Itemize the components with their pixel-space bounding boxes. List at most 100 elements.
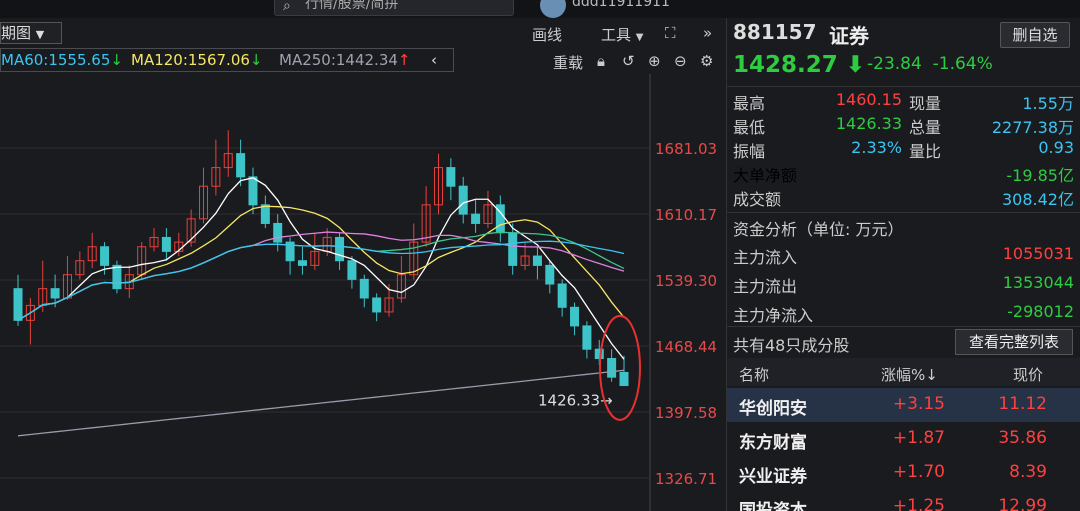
ma-value: MA250:1442.34: [279, 51, 398, 69]
candle-body: [112, 264, 122, 290]
username[interactable]: ddd11911911: [572, 0, 670, 10]
col-name[interactable]: 名称: [739, 364, 769, 385]
title-bar: ⌕ 行情/股票/简拼 ddd11911911: [0, 0, 1080, 18]
trend-arrow: ↓: [249, 51, 263, 69]
draw-line-button[interactable]: 画线: [532, 24, 562, 45]
table-row[interactable]: 国投资本 +1.25 12.99: [727, 490, 1080, 511]
stock-name-cell: 东方财富: [739, 433, 807, 453]
candle-body: [347, 260, 357, 280]
table-row[interactable]: 东方财富 +1.87 35.86: [727, 422, 1080, 456]
components-label: 共有48只成分股: [733, 336, 850, 355]
stat-label: 总量: [909, 118, 942, 137]
ma250-label: MA250:1442.34↑: [279, 49, 411, 71]
ma-legend: MA60:1555.65↓ MA120:1567.06↓ MA250:1442.…: [0, 48, 454, 72]
chevron-down-icon: ▼: [35, 28, 45, 41]
table-header: 名称 涨幅%↓ 现价: [727, 358, 1080, 386]
stock-code: 881157: [733, 20, 817, 44]
fund-label: 主力净流入: [733, 306, 814, 325]
fund-label: 主力流出: [733, 277, 798, 296]
fund-value: 1353044: [1002, 273, 1074, 292]
stat-label: 现量: [909, 94, 942, 113]
view-full-list-button[interactable]: 查看完整列表: [955, 329, 1073, 355]
price-cell: 12.99: [998, 496, 1047, 511]
stat-label: 最低: [733, 118, 766, 137]
change-pct: -1.64%: [932, 54, 993, 74]
y-tick-label: 1397.58: [655, 404, 717, 422]
stat-label: 量比: [909, 142, 942, 161]
search-input[interactable]: ⌕ 行情/股票/简拼: [274, 0, 514, 16]
turnover-label: 成交额: [733, 190, 782, 209]
gear-icon[interactable]: ⚙: [700, 52, 713, 70]
candle-body: [161, 236, 171, 252]
table-row[interactable]: 华创阳安 +3.15 11.12: [727, 388, 1080, 422]
big-net-value: -19.85亿: [1006, 166, 1074, 185]
tools-label: 工具: [601, 26, 632, 44]
expand-icon[interactable]: »: [703, 24, 712, 42]
pct-cell: +1.70: [892, 462, 945, 482]
y-tick-label: 1468.44: [655, 338, 717, 356]
candle-body: [607, 358, 617, 378]
ma-value: MA120:1567.06: [131, 51, 250, 69]
zoom-in-icon[interactable]: ⊕: [648, 52, 661, 70]
stock-name-cell: 国投资本: [739, 501, 807, 511]
quote-panel: 881157 证券 删自选 1428.27 ⬇ -23.84 -1.64% 最高…: [726, 18, 1080, 511]
candle-body: [100, 246, 110, 266]
y-tick-label: 1326.71: [655, 470, 717, 488]
search-icon: ⌕: [283, 0, 291, 14]
pct-cell: +1.25: [892, 496, 945, 511]
col-price[interactable]: 现价: [1013, 364, 1043, 385]
change-value: -23.84: [867, 54, 922, 74]
last-price: 1428.27 ⬇: [733, 52, 865, 78]
highlight-circle: [599, 314, 641, 421]
zoom-out-icon[interactable]: ⊖: [674, 52, 687, 70]
candle-body: [557, 283, 567, 308]
stat-value: 1426.33: [835, 114, 902, 133]
tools-menu[interactable]: 工具 ▼: [601, 24, 644, 45]
price-cell: 8.39: [1009, 462, 1047, 482]
stat-value: 1460.15: [835, 90, 902, 109]
candle-body: [359, 278, 369, 299]
y-tick-label: 1539.30: [655, 272, 717, 290]
chevron-down-icon: ▼: [635, 32, 644, 43]
collapse-icon[interactable]: ‹: [431, 49, 437, 71]
reset-button[interactable]: 重载: [553, 52, 583, 73]
table-row[interactable]: 兴业证券 +1.70 8.39: [727, 456, 1080, 490]
remove-watchlist-button[interactable]: 删自选: [1000, 22, 1070, 48]
stock-name-cell: 华创阳安: [739, 399, 807, 419]
price-value: 1428.27: [733, 52, 838, 78]
candle-body: [236, 153, 246, 178]
period-select[interactable]: 期图 ▼: [0, 22, 62, 44]
candle-body: [532, 255, 542, 266]
avatar[interactable]: [540, 0, 566, 18]
price-change: -23.84 -1.64%: [867, 54, 993, 74]
fullscreen-icon[interactable]: ⛶: [665, 24, 676, 42]
divider: [727, 212, 1080, 213]
candle-body: [13, 288, 23, 321]
col-pct[interactable]: 涨幅%↓: [881, 364, 938, 385]
candle-body: [582, 325, 592, 350]
stat-value: 0.93: [1038, 138, 1074, 157]
candlestick-chart[interactable]: 1681.03 1610.17 1539.30 1468.44 1397.58 1326.…: [0, 74, 724, 511]
period-label: 期图: [1, 24, 32, 42]
ma60-label: MA60:1555.65↓: [1, 49, 123, 71]
stock-app-window: ⌕ 行情/股票/简拼 ddd11911911 期图 ▼ 画线 工具 ▼ ⛶ » M…: [0, 0, 1080, 511]
ma-value: MA60:1555.65: [1, 51, 111, 69]
ma5-line: [17, 177, 625, 360]
stat-value: 1.55万: [1022, 94, 1074, 113]
candle-body: [446, 167, 456, 187]
candle-body: [335, 236, 345, 262]
lock-icon[interactable]: 🔒︎: [597, 52, 605, 70]
big-net-label: 大单净额: [733, 166, 798, 185]
pct-cell: +3.15: [892, 394, 945, 414]
fund-analysis-title: 资金分析（单位: 万元）: [733, 220, 904, 239]
price-cell: 35.86: [998, 428, 1047, 448]
candle-body: [619, 371, 629, 387]
low-annotation: 1426.33→: [538, 392, 613, 410]
trend-arrow: ↓: [110, 51, 123, 69]
divider: [727, 326, 1080, 327]
trend-arrow: ↑: [397, 51, 411, 69]
stock-name: 证券: [829, 24, 869, 48]
search-placeholder: 行情/股票/简拼: [305, 0, 399, 12]
undo-icon[interactable]: ↺: [622, 52, 635, 70]
candle-body: [50, 288, 60, 299]
